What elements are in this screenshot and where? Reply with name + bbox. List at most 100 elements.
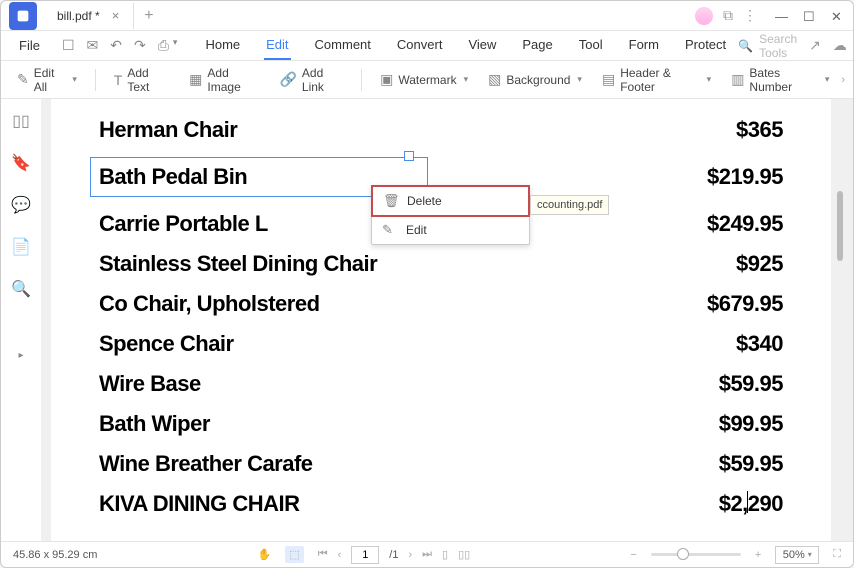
menu-tab-protect[interactable]: Protect — [683, 31, 728, 60]
share-icon[interactable]: ⧉ — [723, 7, 733, 24]
menu-tab-view[interactable]: View — [466, 31, 498, 60]
context-menu-edit[interactable]: ✎Edit — [372, 216, 529, 244]
document-row[interactable]: Bath Wiper $99.95 — [99, 411, 783, 437]
zoom-in-icon[interactable]: + — [755, 549, 761, 561]
menu-tab-tool[interactable]: Tool — [577, 31, 605, 60]
menu-tab-home[interactable]: Home — [203, 31, 242, 60]
zoom-out-icon[interactable]: − — [630, 549, 636, 561]
close-icon[interactable]: × — [112, 8, 120, 23]
toolbar-overflow-icon[interactable]: › — [841, 74, 845, 86]
statusbar: 45.86 x 95.29 cm ✋ ⬚ ⏮ ‹ /1 › ⏭ ▯ ▯▯ − +… — [1, 541, 853, 567]
item-price[interactable]: $340 — [736, 331, 783, 357]
cloud-icon[interactable]: ☁ — [833, 37, 847, 54]
print-caret-icon[interactable]: ▾ — [173, 37, 178, 54]
menu-tab-page[interactable]: Page — [520, 31, 554, 60]
item-name[interactable]: Bath Wiper — [99, 411, 210, 437]
item-price[interactable]: $59.95 — [719, 371, 783, 397]
scrollbar-thumb[interactable] — [837, 191, 843, 261]
attachments-icon[interactable]: 📄 — [11, 237, 31, 257]
thumbnails-icon[interactable]: ▯▯ — [12, 111, 30, 131]
fit-page-icon[interactable]: ⛶ — [833, 548, 841, 561]
page-dimensions: 45.86 x 95.29 cm — [13, 549, 97, 561]
first-page-icon[interactable]: ⏮ — [318, 548, 328, 561]
item-price[interactable]: $365 — [736, 117, 783, 143]
user-avatar-icon[interactable] — [695, 7, 713, 25]
item-price[interactable]: $249.95 — [707, 211, 783, 237]
watermark-icon: ▣ — [380, 71, 393, 88]
item-name[interactable]: Carrie Portable L — [99, 211, 268, 237]
search-panel-icon[interactable]: 🔍 — [11, 279, 31, 299]
comments-icon[interactable]: 💬 — [11, 195, 31, 215]
item-name[interactable]: Spence Chair — [99, 331, 234, 357]
header-footer-button[interactable]: ▤Header & Footer▾ — [594, 62, 719, 98]
item-price[interactable]: $925 — [736, 251, 783, 277]
item-price[interactable]: $219.95 — [707, 164, 783, 190]
item-name[interactable]: Stainless Steel Dining Chair — [99, 251, 377, 277]
bates-number-button[interactable]: ▥Bates Number▾ — [723, 62, 837, 98]
search-tools[interactable]: 🔍 Search Tools — [738, 32, 797, 60]
item-price[interactable]: $2,290 — [719, 491, 783, 517]
item-name[interactable]: Herman Chair — [99, 117, 237, 143]
item-price[interactable]: $59.95 — [719, 451, 783, 477]
redo-icon[interactable]: ↷ — [134, 37, 146, 54]
zoom-thumb[interactable] — [677, 548, 689, 560]
maximize-button[interactable]: ☐ — [803, 9, 817, 23]
undo-icon[interactable]: ↶ — [110, 37, 122, 54]
file-tooltip: ccounting.pdf — [530, 195, 609, 215]
menu-tab-convert[interactable]: Convert — [395, 31, 445, 60]
add-text-button[interactable]: TAdd Text — [106, 62, 177, 98]
item-price[interactable]: $679.95 — [707, 291, 783, 317]
minimize-button[interactable]: — — [775, 9, 789, 23]
close-button[interactable]: ✕ — [831, 9, 845, 23]
hand-tool-icon[interactable]: ✋ — [258, 548, 272, 561]
select-tool-icon[interactable]: ⬚ — [285, 546, 303, 563]
context-menu: 🗑Delete✎Edit — [371, 185, 530, 245]
background-button[interactable]: ▧Background▾ — [480, 67, 590, 92]
add-link-button[interactable]: 🔗Add Link — [271, 62, 351, 98]
bookmarks-icon[interactable]: 🔖 — [11, 153, 31, 173]
add-tab-button[interactable]: + — [134, 7, 163, 25]
menu-tab-edit[interactable]: Edit — [264, 31, 290, 60]
document-row[interactable]: Herman Chair $365 — [99, 117, 783, 143]
document-row[interactable]: Wire Base $59.95 — [99, 371, 783, 397]
chevron-down-icon: ▾ — [464, 74, 469, 85]
external-link-icon[interactable]: ↗ — [809, 37, 821, 54]
file-menu[interactable]: File — [13, 34, 46, 57]
zoom-level-select[interactable]: 50%▾ — [775, 546, 819, 564]
item-price[interactable]: $99.95 — [719, 411, 783, 437]
last-page-icon[interactable]: ⏭ — [422, 548, 432, 561]
watermark-button[interactable]: ▣Watermark▾ — [372, 67, 476, 92]
document-tab[interactable]: bill.pdf * × — [43, 3, 134, 29]
single-page-icon[interactable]: ▯ — [442, 548, 448, 561]
zoom-slider[interactable] — [651, 553, 741, 556]
text-icon: T — [114, 72, 123, 88]
context-menu-label: Edit — [406, 223, 427, 237]
kebab-icon[interactable]: ⋮ — [743, 7, 757, 24]
save-icon[interactable]: ☐ — [62, 37, 75, 54]
document-row[interactable]: KIVA DINING CHAIR $2,290 — [99, 491, 783, 517]
context-menu-delete[interactable]: 🗑Delete — [371, 185, 530, 217]
document-row[interactable]: Wine Breather Carafe $59.95 — [99, 451, 783, 477]
document-row[interactable]: Stainless Steel Dining Chair $925 — [99, 251, 783, 277]
item-name[interactable]: Co Chair, Upholstered — [99, 291, 320, 317]
print-icon[interactable]: ⎙ — [158, 37, 169, 54]
add-image-button[interactable]: ▦Add Image — [181, 62, 267, 98]
prev-page-icon[interactable]: ‹ — [338, 549, 342, 561]
page-number-input[interactable] — [351, 546, 379, 564]
mail-icon[interactable]: ✉ — [87, 37, 99, 54]
next-page-icon[interactable]: › — [408, 549, 412, 561]
app-icon[interactable] — [9, 2, 37, 30]
item-name[interactable]: KIVA DINING CHAIR — [99, 491, 300, 517]
selection-handle[interactable] — [404, 151, 414, 161]
edit-all-button[interactable]: ✎Edit All▾ — [9, 62, 85, 98]
document-row[interactable]: Spence Chair $340 — [99, 331, 783, 357]
menu-tab-comment[interactable]: Comment — [313, 31, 373, 60]
page-viewport[interactable]: W Herman Chair$365Bath Pedal Bin$219.95C… — [41, 99, 853, 541]
item-name[interactable]: Wire Base — [99, 371, 201, 397]
document-row[interactable]: Co Chair, Upholstered $679.95 — [99, 291, 783, 317]
item-name[interactable]: Wine Breather Carafe — [99, 451, 313, 477]
menu-tab-form[interactable]: Form — [627, 31, 661, 60]
app-window: bill.pdf * × + ⧉ ⋮ — ☐ ✕ File ☐ ✉ ↶ ↷ ⎙ … — [0, 0, 854, 568]
continuous-page-icon[interactable]: ▯▯ — [458, 548, 470, 561]
expand-sidebar-icon[interactable]: ▸ — [18, 350, 23, 361]
